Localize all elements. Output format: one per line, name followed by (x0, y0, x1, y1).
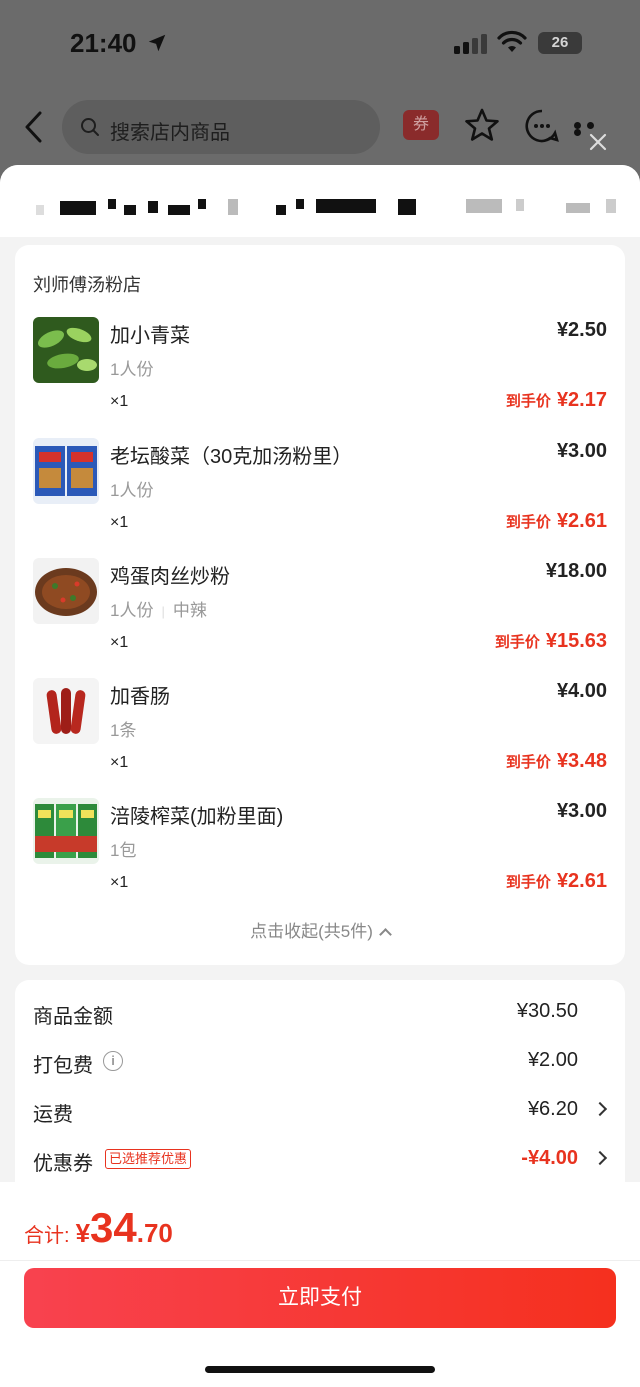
chevron-right-icon (592, 1150, 608, 1166)
fee-row-packing: 打包费 i ¥2.00 (15, 1043, 625, 1083)
pay-now-button[interactable]: 立即支付 (24, 1268, 616, 1328)
chevron-right-icon (592, 1101, 608, 1117)
item-quantity: ×1 (110, 393, 129, 410)
store-name: 刘师傅汤粉店 (33, 275, 141, 295)
item-spec: 1条 (110, 721, 137, 740)
item-final-price: 到手价 ¥2.61 (506, 870, 607, 893)
more-options-icon[interactable] (574, 122, 608, 136)
final-price-label: 到手价 (505, 393, 551, 410)
item-spec-portion: 1人份 (110, 601, 154, 620)
item-name: 老坛酸菜（30克加汤粉里） (110, 446, 353, 468)
order-item[interactable]: 涪陵榨菜(加粉里面) 1包 ×1 ¥3.00 到手价 ¥2.61 (15, 798, 625, 918)
item-thumbnail (33, 678, 99, 744)
item-spec: 1人份 | 中辣 (110, 596, 207, 621)
info-icon[interactable]: i (103, 1051, 123, 1071)
item-price: ¥18.00 (545, 560, 607, 582)
fee-label: 打包费 (33, 1055, 93, 1077)
search-icon (81, 118, 99, 136)
order-item[interactable]: 老坛酸菜（30克加汤粉里） 1人份 ×1 ¥3.00 到手价 ¥2.61 (15, 438, 625, 558)
final-price-value: ¥3.48 (556, 750, 607, 772)
order-items-card: 刘师傅汤粉店 加小青菜 1人份 ×1 ¥2.50 到手价 ¥2.17 老坛酸菜（3… (15, 245, 625, 965)
item-spec-spice: 中辣 (172, 601, 207, 620)
total-label: 合计: (24, 1225, 70, 1247)
item-quantity: ×1 (110, 514, 129, 531)
fee-value: ¥30.50 (516, 1000, 578, 1022)
fee-value: ¥2.00 (527, 1049, 578, 1071)
item-name: 涪陵榨菜(加粉里面) (110, 806, 284, 828)
back-arrow-icon[interactable] (22, 110, 46, 144)
coupon-tag: 已选推荐优惠 (105, 1149, 192, 1169)
final-price-label: 到手价 (505, 754, 551, 771)
order-item[interactable]: 加香肠 1条 ×1 ¥4.00 到手价 ¥3.48 (15, 678, 625, 798)
fee-row-goods: 商品金额 ¥30.50 (15, 994, 625, 1034)
total-amount: 合计: ¥34.70 (24, 1204, 173, 1252)
item-quantity: ×1 (110, 634, 129, 651)
coupon-button[interactable]: 券 (403, 110, 439, 140)
item-spec: 1人份 (110, 481, 154, 500)
total-currency: ¥ (75, 1218, 91, 1248)
order-item[interactable]: 加小青菜 1人份 ×1 ¥2.50 到手价 ¥2.17 (15, 317, 625, 437)
location-arrow-icon (148, 34, 166, 52)
fee-row-delivery[interactable]: 运费 ¥6.20 (15, 1092, 625, 1132)
collapse-items-button[interactable]: 点击收起(共5件) (15, 917, 625, 942)
item-price: ¥2.50 (556, 319, 607, 341)
fee-label: 运费 (33, 1104, 73, 1126)
favorite-star-icon[interactable] (464, 108, 500, 142)
item-name: 加香肠 (110, 686, 170, 708)
item-thumbnail (33, 798, 99, 864)
fee-label: 优惠券 (33, 1153, 93, 1175)
item-quantity: ×1 (110, 754, 129, 771)
item-final-price: 到手价 ¥2.17 (506, 389, 607, 412)
customer-service-icon[interactable] (524, 108, 560, 144)
status-time: 21:40 (70, 28, 137, 58)
search-placeholder: 搜索店内商品 (110, 122, 230, 144)
fee-value: -¥4.00 (521, 1147, 578, 1169)
shop-nav-bar: 搜索店内商品 券 (0, 96, 640, 156)
item-spec: 1人份 (110, 360, 154, 379)
final-price-value: ¥2.61 (556, 870, 607, 892)
close-icon[interactable] (586, 130, 610, 154)
total-integer: 34 (90, 1204, 137, 1251)
item-thumbnail (33, 317, 99, 383)
item-thumbnail (33, 558, 99, 624)
order-item[interactable]: 鸡蛋肉丝炒粉 1人份 | 中辣 ×1 ¥18.00 到手价 ¥15.63 (15, 558, 625, 678)
item-quantity: ×1 (110, 874, 129, 891)
search-input[interactable]: 搜索店内商品 (62, 100, 380, 154)
item-thumbnail (33, 438, 99, 504)
final-price-label: 到手价 (505, 514, 551, 531)
delivery-address-redacted (0, 165, 640, 237)
final-price-label: 到手价 (505, 874, 551, 891)
item-price: ¥3.00 (556, 440, 607, 462)
total-decimal: .70 (136, 1218, 173, 1248)
chevron-up-icon (379, 928, 392, 941)
divider (0, 1260, 640, 1261)
item-name: 鸡蛋肉丝炒粉 (110, 566, 230, 588)
spec-separator: | (161, 604, 165, 619)
final-price-value: ¥2.17 (556, 389, 607, 411)
final-price-value: ¥2.61 (556, 510, 607, 532)
status-bar: 21:40 26 (0, 0, 640, 90)
battery-indicator: 26 (538, 32, 582, 54)
item-name: 加小青菜 (110, 325, 190, 347)
final-price-value: ¥15.63 (545, 630, 607, 652)
item-final-price: 到手价 ¥3.48 (506, 750, 607, 773)
item-final-price: 到手价 ¥15.63 (495, 630, 607, 653)
checkout-bar: 合计: ¥34.70 立即支付 (0, 1182, 640, 1387)
item-price: ¥3.00 (556, 800, 607, 822)
item-final-price: 到手价 ¥2.61 (506, 510, 607, 533)
item-spec: 1包 (110, 841, 137, 860)
wifi-icon (497, 30, 527, 52)
item-price: ¥4.00 (556, 680, 607, 702)
collapse-label: 点击收起(共5件) (250, 922, 373, 941)
fee-label: 商品金额 (33, 1006, 113, 1028)
fee-row-coupon[interactable]: 优惠券 已选推荐优惠 -¥4.00 (15, 1141, 625, 1181)
cellular-signal-icon (454, 34, 487, 54)
fee-value: ¥6.20 (527, 1098, 578, 1120)
final-price-label: 到手价 (494, 634, 540, 651)
home-indicator (205, 1366, 435, 1373)
